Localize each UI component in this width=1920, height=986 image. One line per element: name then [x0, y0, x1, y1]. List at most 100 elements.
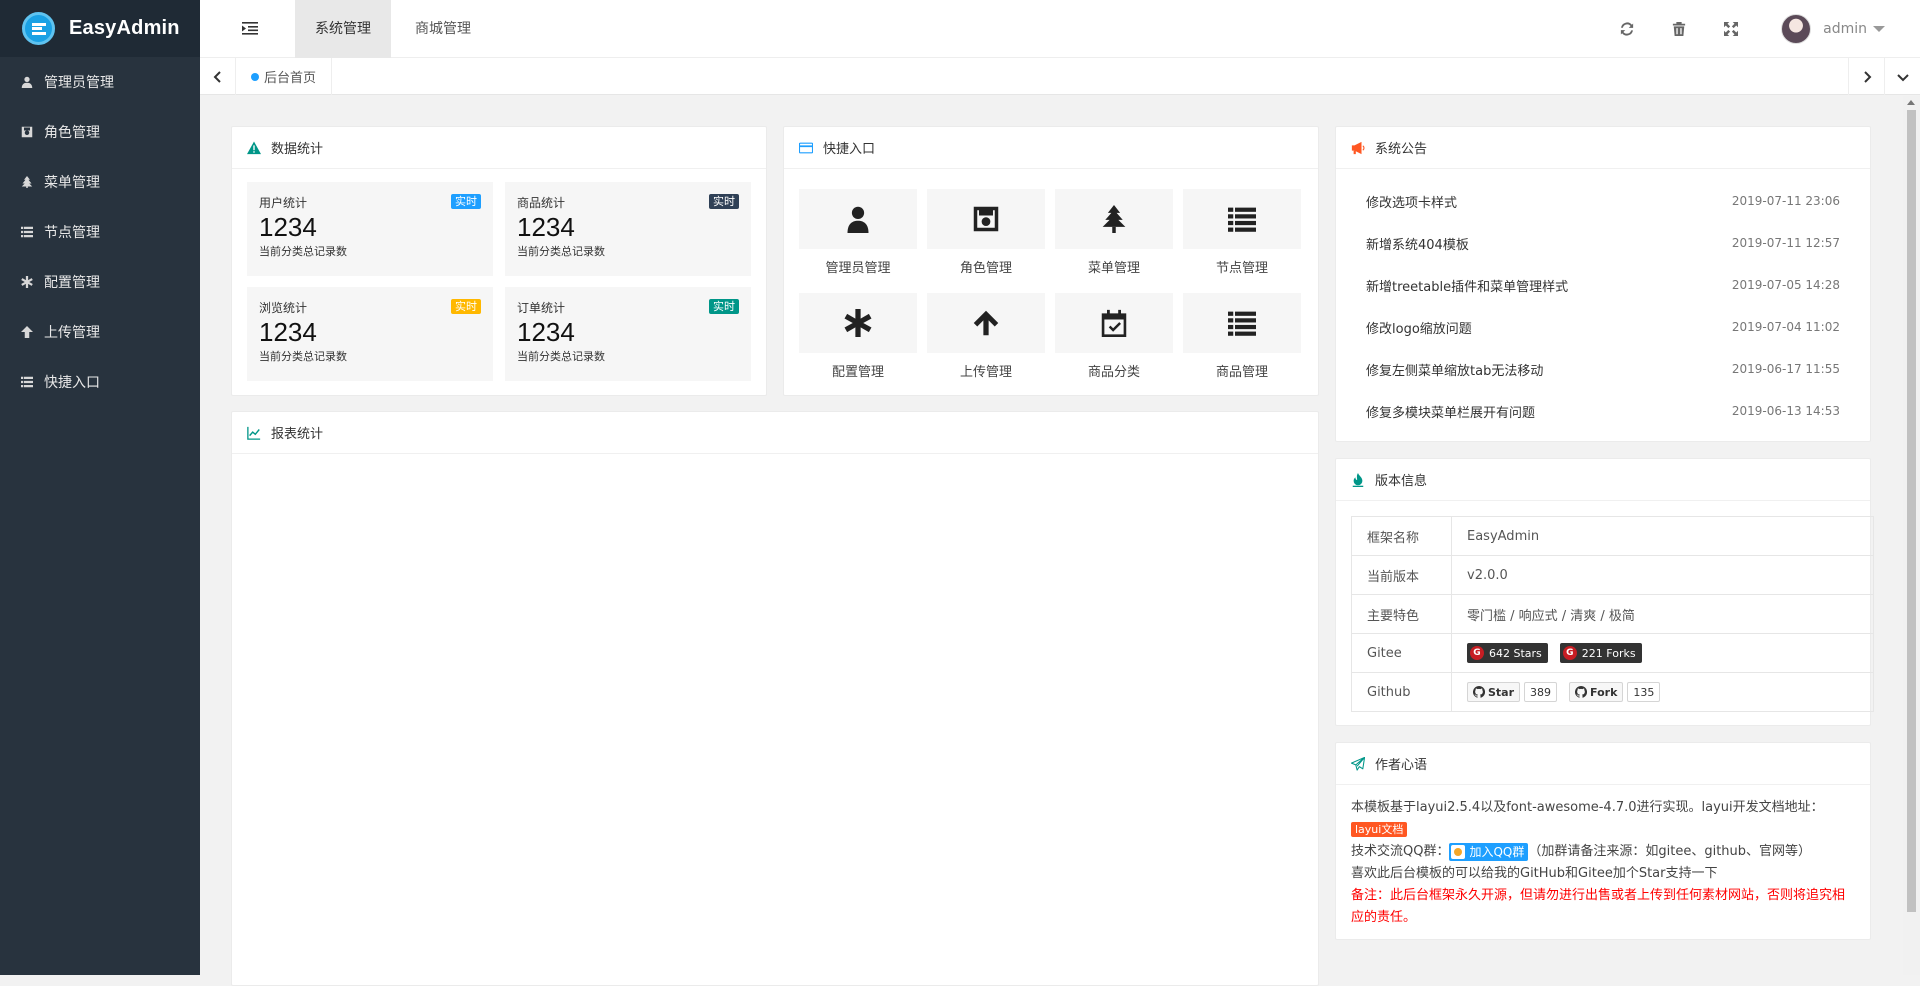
gitee-stars-label: 642 Stars: [1489, 647, 1542, 660]
github-buttons: Star389 Fork135: [1452, 673, 1874, 712]
quick-card-header: 快捷入口: [784, 127, 1318, 169]
scroll-up-arrow-icon[interactable]: [1907, 100, 1915, 105]
quick-item-label: 角色管理: [927, 257, 1045, 276]
github-fork-count[interactable]: 135: [1627, 682, 1660, 702]
stat-desc: 当前分类总记录数: [517, 348, 739, 364]
header-actions: admin: [1601, 0, 1920, 58]
user-menu[interactable]: admin: [1757, 14, 1920, 44]
author-doc-row: layui文档: [1351, 819, 1855, 841]
sidebar-item-label: 角色管理: [44, 122, 100, 142]
report-card-title: 报表统计: [271, 423, 323, 442]
realtime-badge: 实时: [709, 299, 739, 314]
stat-goods: 商品统计 1234 当前分类总记录数 实时: [505, 182, 751, 276]
quick-card-title: 快捷入口: [823, 138, 875, 157]
gitee-icon: G: [1563, 646, 1577, 660]
notice-title: 修复多模块菜单栏展开有问题: [1366, 402, 1535, 421]
expand-icon: [1724, 22, 1738, 36]
sidebar-item-upload[interactable]: 上传管理: [0, 307, 200, 357]
tab-system[interactable]: 系统管理: [295, 0, 391, 58]
logo-icon: [22, 12, 55, 45]
quick-item-goods[interactable]: 商品管理: [1183, 293, 1301, 383]
tab-scroll-left-button[interactable]: [200, 58, 236, 95]
sidebar-item-config[interactable]: 配置管理: [0, 257, 200, 307]
sidebar-item-label: 节点管理: [44, 222, 100, 242]
github-icon: [1473, 686, 1485, 698]
version-card-header: 版本信息: [1336, 459, 1870, 501]
list-icon: [20, 375, 34, 389]
quick-item-label: 配置管理: [799, 361, 917, 380]
asterisk-icon: [844, 309, 872, 337]
page-scrollbar[interactable]: [1903, 96, 1920, 975]
version-card-title: 版本信息: [1375, 470, 1427, 489]
notices-card-title: 系统公告: [1375, 138, 1427, 157]
join-qq-button[interactable]: 加入QQ群: [1449, 843, 1528, 861]
tab-options-button[interactable]: [1884, 58, 1920, 95]
github-star-count[interactable]: 389: [1524, 682, 1557, 702]
sidebar-item-role[interactable]: 角色管理: [0, 107, 200, 157]
sidebar-item-admin[interactable]: 管理员管理: [0, 57, 200, 107]
save-icon: [20, 125, 34, 139]
sidebar-toggle-button[interactable]: [242, 20, 258, 36]
scroll-thumb[interactable]: [1907, 110, 1916, 912]
quick-item-role[interactable]: 角色管理: [927, 189, 1045, 279]
notice-item[interactable]: 修改logo缩放问题 2019-07-04 11:02: [1366, 317, 1840, 337]
sidebar-menu: 管理员管理 角色管理 菜单管理 节点管理 配置管理 上传管理 快捷入口: [0, 57, 200, 407]
quick-entry-card: 快捷入口 管理员管理 角色管理 菜单管理 节点管理 配置管理 上传管理 商品分: [783, 126, 1319, 396]
fullscreen-button[interactable]: [1705, 0, 1757, 58]
github-fork-button[interactable]: Fork: [1569, 682, 1623, 702]
chevron-right-icon: [1861, 71, 1873, 83]
quick-item-menu[interactable]: 菜单管理: [1055, 189, 1173, 279]
author-card-title: 作者心语: [1375, 754, 1427, 773]
notice-title: 修复左侧菜单缩放tab无法移动: [1366, 360, 1543, 379]
arrow-up-icon: [20, 325, 34, 339]
user-icon: [844, 205, 872, 233]
stat-title: 浏览统计: [259, 299, 481, 316]
gitee-forks-label: 221 Forks: [1582, 647, 1636, 660]
caret-down-icon: [1873, 26, 1885, 32]
refresh-button[interactable]: [1601, 0, 1653, 58]
quick-item-admin[interactable]: 管理员管理: [799, 189, 917, 279]
sidebar-item-node[interactable]: 节点管理: [0, 207, 200, 257]
github-star-button[interactable]: Star: [1467, 682, 1520, 702]
list-icon: [20, 225, 34, 239]
notice-time: 2019-07-05 14:28: [1732, 278, 1840, 292]
sidebar-item-menu[interactable]: 菜单管理: [0, 157, 200, 207]
realtime-badge: 实时: [709, 194, 739, 209]
notice-title: 新增treetable插件和菜单管理样式: [1366, 276, 1568, 295]
fire-icon: [1351, 472, 1367, 488]
notice-item[interactable]: 新增系统404模板 2019-07-11 12:57: [1366, 233, 1840, 253]
realtime-badge: 实时: [451, 194, 481, 209]
notice-item[interactable]: 修复左侧菜单缩放tab无法移动 2019-06-17 11:55: [1366, 359, 1840, 379]
quick-item-label: 商品管理: [1183, 361, 1301, 380]
stat-orders: 订单统计 1234 当前分类总记录数 实时: [505, 287, 751, 381]
gitee-stars-badge[interactable]: G642 Stars: [1467, 643, 1548, 663]
quick-item-node[interactable]: 节点管理: [1183, 189, 1301, 279]
logo[interactable]: EasyAdmin: [0, 0, 200, 57]
notices-card: 系统公告 修改选项卡样式 2019-07-11 23:06 新增系统404模板 …: [1335, 126, 1871, 442]
clear-cache-button[interactable]: [1653, 0, 1705, 58]
trash-icon: [1672, 22, 1686, 36]
tab-mall[interactable]: 商城管理: [395, 0, 491, 58]
list-icon: [1228, 309, 1256, 337]
notice-time: 2019-07-11 12:57: [1732, 236, 1840, 250]
quick-item-category[interactable]: 商品分类: [1055, 293, 1173, 383]
tab-scroll-right-button[interactable]: [1848, 58, 1884, 95]
sidebar-item-quick[interactable]: 快捷入口: [0, 357, 200, 407]
layui-doc-link[interactable]: layui文档: [1351, 822, 1407, 837]
gitee-forks-badge[interactable]: G 221 Forks: [1560, 643, 1642, 663]
report-chart-area: [232, 455, 1318, 985]
quick-item-config[interactable]: 配置管理: [799, 293, 917, 383]
version-card: 版本信息 框架名称 EasyAdmin 当前版本 v2.0.0 主要特色 零门槛…: [1335, 458, 1871, 726]
asterisk-icon: [20, 275, 34, 289]
notice-title: 新增系统404模板: [1366, 234, 1469, 253]
stat-views: 浏览统计 1234 当前分类总记录数 实时: [247, 287, 493, 381]
author-line-3: 喜欢此后台模板的可以给我的GitHub和Gitee加个Star支持一下: [1351, 863, 1855, 885]
table-row: Gitee G642 StarsG221 Forks: [1352, 634, 1874, 673]
notice-item[interactable]: 修改选项卡样式 2019-07-11 23:06: [1366, 191, 1840, 211]
qq-group-icon: [1451, 845, 1465, 859]
stat-value: 1234: [259, 213, 481, 241]
notice-item[interactable]: 新增treetable插件和菜单管理样式 2019-07-05 14:28: [1366, 275, 1840, 295]
tab-home[interactable]: 后台首页: [236, 58, 332, 95]
notice-item[interactable]: 修复多模块菜单栏展开有问题 2019-06-13 14:53: [1366, 401, 1840, 421]
quick-item-upload[interactable]: 上传管理: [927, 293, 1045, 383]
